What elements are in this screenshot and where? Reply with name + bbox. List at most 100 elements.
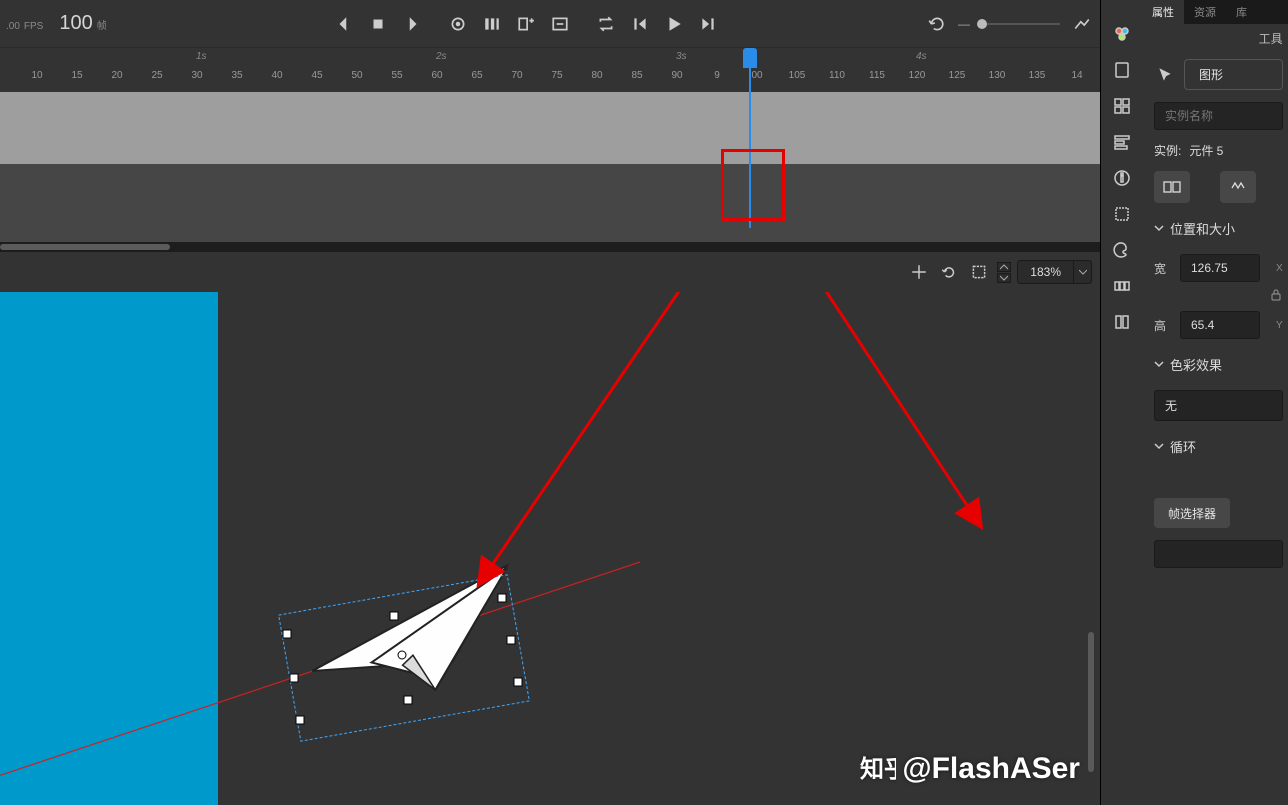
color-fx-value: 无 (1165, 397, 1177, 414)
ruler-tick: 25 (151, 70, 162, 81)
loop-icon[interactable] (594, 12, 618, 36)
x-label: X (1276, 263, 1283, 274)
ruler-tick: 65 (471, 70, 482, 81)
watermark-text: @FlashASer (902, 752, 1080, 786)
stage-overlay (0, 292, 1100, 805)
swatches-icon[interactable] (1110, 274, 1134, 298)
section-color-fx[interactable]: 色彩效果 (1142, 345, 1288, 384)
zoom-stepper[interactable] (997, 262, 1011, 283)
ruler-tick: 80 (591, 70, 602, 81)
clip-stage-icon[interactable] (967, 260, 991, 284)
fps-decimal: .00 (6, 21, 20, 32)
grid-icon[interactable] (1110, 94, 1134, 118)
ruler-tick: 40 (271, 70, 282, 81)
insert-frame-icon[interactable] (514, 12, 538, 36)
frame-picker-button[interactable]: 帧选择器 (1154, 498, 1230, 528)
ruler-second-label: 4s (916, 51, 927, 62)
stop-button[interactable] (366, 12, 390, 36)
zoom-dropdown[interactable] (1073, 260, 1091, 284)
section-pos-size-label: 位置和大小 (1170, 219, 1235, 238)
cursor-icon (1154, 63, 1176, 87)
document-icon[interactable] (1110, 58, 1134, 82)
ruler-tick: 35 (231, 70, 242, 81)
symbol-type-dropdown[interactable]: 图形 (1184, 59, 1283, 90)
width-input[interactable] (1180, 254, 1260, 282)
loop-input[interactable] (1154, 540, 1283, 568)
section-pos-size[interactable]: 位置和大小 (1142, 209, 1288, 248)
onion-skin-icon[interactable] (446, 12, 470, 36)
fps-unit: FPS (24, 21, 43, 32)
ruler-tick: 135 (1029, 70, 1046, 81)
edit-multiple-icon[interactable] (480, 12, 504, 36)
step-fwd-button[interactable] (400, 12, 424, 36)
library-icon[interactable] (1110, 310, 1134, 334)
stage-scrollbar[interactable] (1088, 632, 1094, 772)
ruler-tick: 85 (631, 70, 642, 81)
scrollbar-thumb[interactable] (0, 244, 170, 250)
tools-link[interactable]: 工具 (1259, 30, 1283, 47)
lock-aspect-icon[interactable] (1269, 288, 1283, 305)
frame-unit: 帧 (97, 17, 107, 32)
frame-number: 100 (59, 12, 92, 35)
ruler-second-label: 1s (196, 51, 207, 62)
ruler-tick: 00 (751, 70, 762, 81)
palette-icon[interactable] (1110, 238, 1134, 262)
color-swatch-icon[interactable] (1110, 22, 1134, 46)
undo-icon[interactable] (924, 12, 948, 36)
align-icon[interactable] (1110, 130, 1134, 154)
ruler-second-label: 3s (676, 51, 687, 62)
ruler-tick: 115 (869, 70, 885, 81)
tab-library[interactable]: 库 (1226, 0, 1257, 24)
fps-readout: .00 FPS 100 帧 (6, 12, 107, 35)
next-frame-button[interactable] (696, 12, 720, 36)
prev-frame-button[interactable] (628, 12, 652, 36)
tab-props[interactable]: 属性 (1142, 0, 1184, 24)
stage-toolbar: 183% (0, 252, 1100, 292)
zhihu-icon: 知乎 (860, 751, 896, 787)
timeline-zoom-slider[interactable] (980, 23, 1060, 25)
ruler-tick: 9 (714, 70, 720, 81)
play-button[interactable] (662, 12, 686, 36)
zoom-up-icon (997, 262, 1011, 272)
right-toolstrip (1100, 0, 1142, 805)
ruler-tick: 90 (671, 70, 682, 81)
swap-symbol-button[interactable] (1154, 171, 1190, 203)
ruler-tick: 70 (511, 70, 522, 81)
color-fx-dropdown[interactable]: 无 (1154, 390, 1283, 421)
timeline-ruler[interactable]: 1s2s3s4s10152025303540455055606570758085… (0, 48, 1100, 92)
tab-assets[interactable]: 资源 (1184, 0, 1226, 24)
instance-value: 元件 5 (1189, 142, 1223, 159)
step-back-button[interactable] (332, 12, 356, 36)
height-input[interactable] (1180, 311, 1260, 339)
ruler-second-label: 2s (436, 51, 447, 62)
zoom-down-icon (997, 273, 1011, 283)
svg-text:知乎: 知乎 (860, 756, 896, 783)
center-stage-icon[interactable] (907, 260, 931, 284)
panel-tabs: 属性资源库 (1142, 0, 1288, 24)
ruler-tick: 105 (789, 70, 806, 81)
width-label: 宽 (1154, 260, 1172, 277)
edit-symbol-button[interactable] (1220, 171, 1256, 203)
instance-label: 实例: (1154, 142, 1181, 159)
remove-frame-icon[interactable] (548, 12, 572, 36)
timeline-frame-span[interactable] (0, 92, 1100, 164)
ruler-tick: 14 (1071, 70, 1082, 81)
ruler-tick: 30 (191, 70, 202, 81)
y-label: Y (1276, 320, 1283, 331)
instance-name-input[interactable] (1154, 102, 1283, 130)
rotate-stage-icon[interactable] (937, 260, 961, 284)
ruler-tick: 75 (551, 70, 562, 81)
timeline-scrollbar[interactable] (0, 242, 1100, 252)
section-loop[interactable]: 循环 (1142, 427, 1288, 466)
fit-timeline-icon[interactable] (1070, 12, 1094, 36)
ruler-tick: 45 (311, 70, 322, 81)
section-color-fx-label: 色彩效果 (1170, 355, 1222, 374)
stage[interactable]: 知乎 @FlashASer (0, 292, 1100, 805)
ruler-tick: 15 (71, 70, 82, 81)
timeline-track[interactable] (0, 92, 1100, 242)
transform-icon[interactable] (1110, 202, 1134, 226)
ruler-tick: 20 (111, 70, 122, 81)
info-icon[interactable] (1110, 166, 1134, 190)
zoom-value[interactable]: 183% (1018, 265, 1073, 279)
ruler-tick: 60 (431, 70, 442, 81)
